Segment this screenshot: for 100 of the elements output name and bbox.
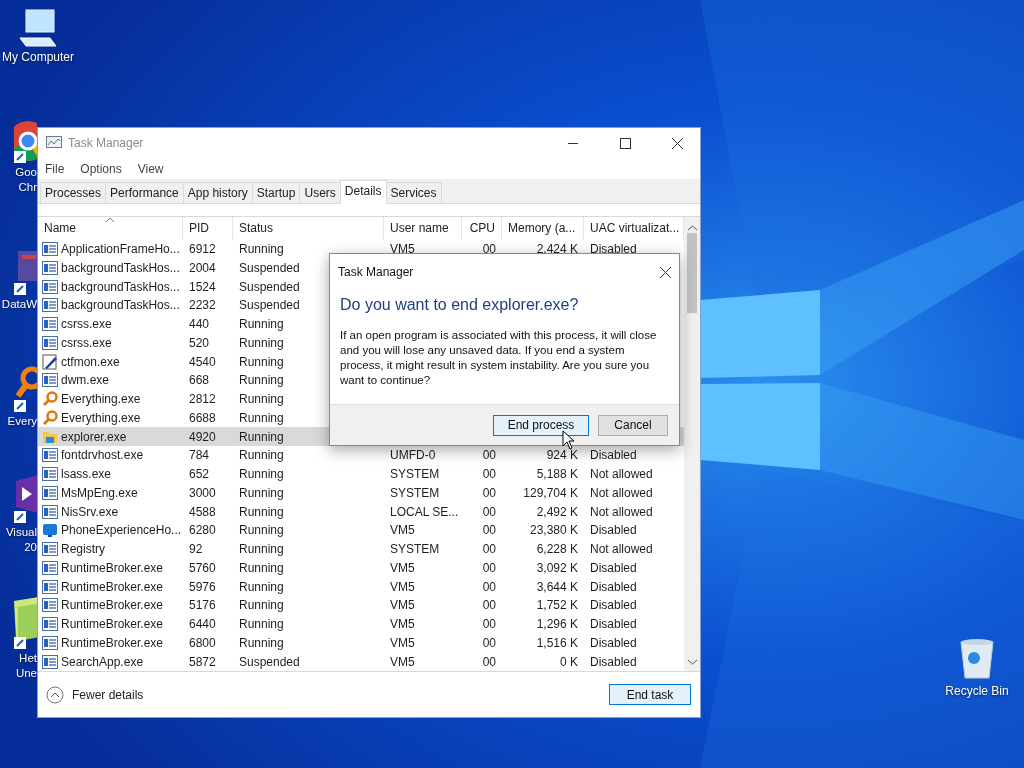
table-cell: Running [239, 542, 284, 557]
window-icon [42, 654, 58, 669]
table-cell: Running [239, 579, 284, 594]
close-icon[interactable] [660, 266, 671, 278]
window-icon [42, 485, 58, 500]
scroll-thumb[interactable] [687, 233, 697, 313]
table-cell: Running [239, 635, 284, 650]
table-cell: VM5 [390, 523, 415, 538]
close-icon[interactable] [671, 137, 683, 149]
icon-label: Visual [5, 525, 37, 540]
window-icon [42, 242, 58, 257]
table-cell: ctfmon.exe [61, 354, 120, 369]
table-cell: 2232 [189, 298, 216, 313]
table-cell: Not allowed [590, 542, 653, 557]
table-cell: 784 [189, 448, 210, 463]
column-header[interactable]: Status [233, 217, 384, 240]
table-cell: Disabled [590, 635, 637, 650]
tab[interactable]: Startup [251, 182, 301, 203]
table-cell: Disabled [590, 654, 637, 669]
menu-item[interactable]: View [137, 161, 164, 176]
table-cell: 00 [482, 635, 496, 650]
table-cell: 5976 [189, 579, 216, 594]
table-cell: VM5 [390, 654, 415, 669]
chevron-up-circle-icon [46, 685, 64, 704]
table-cell: 2,424 K [536, 242, 578, 257]
table-cell: Disabled [590, 598, 637, 613]
magnifier-icon [42, 409, 58, 426]
table-cell: Suspended [239, 279, 300, 294]
table-cell: Everything.exe [61, 410, 141, 425]
column-header[interactable]: CPU [462, 217, 502, 240]
scroll-down-icon[interactable] [687, 659, 697, 665]
window-icon [42, 542, 58, 557]
icon-label: Every [7, 414, 37, 429]
table-cell: Running [239, 448, 284, 463]
dialog-heading: Do you want to end explorer.exe? [339, 295, 580, 314]
window-icon [42, 298, 58, 313]
table-cell: 00 [482, 467, 496, 482]
table-cell: Everything.exe [61, 392, 141, 407]
table-cell: RuntimeBroker.exe [61, 617, 164, 632]
menu-item[interactable]: Options [80, 161, 122, 176]
table-cell: RuntimeBroker.exe [61, 635, 164, 650]
column-header[interactable]: User name [384, 217, 462, 240]
minimize-icon[interactable] [568, 142, 578, 144]
table-cell: VM5 [390, 617, 415, 632]
window-icon [42, 448, 58, 463]
table-cell: 6688 [189, 410, 216, 425]
table-cell: explorer.exe [61, 429, 127, 444]
table-cell: 3,092 K [536, 560, 578, 575]
recycle-bin-icon [957, 638, 997, 680]
table-cell: RuntimeBroker.exe [61, 598, 164, 613]
table-cell: VM5 [390, 242, 415, 257]
table-cell: backgroundTaskHos... [61, 260, 180, 275]
icon-label: DataW [1, 297, 37, 312]
window-icon [42, 373, 58, 388]
table-cell: VM5 [390, 560, 415, 575]
fewer-details-button[interactable]: Fewer details [46, 685, 144, 704]
maximize-icon[interactable] [619, 137, 631, 149]
window-icon [42, 617, 58, 632]
tab[interactable]: Details [339, 180, 387, 204]
table-cell: 1,296 K [536, 617, 578, 632]
window-icon [42, 260, 58, 275]
table-cell: UMFD-0 [390, 448, 436, 463]
column-header[interactable]: PID [183, 217, 233, 240]
table-cell: 00 [482, 448, 496, 463]
table-cell: Suspended [239, 298, 300, 313]
table-cell: Running [239, 523, 284, 538]
tab[interactable]: Services [385, 182, 442, 203]
icon-label: Une [15, 666, 37, 681]
table-cell: 5,188 K [536, 467, 578, 482]
dialog-title: Task Manager [338, 265, 414, 279]
table-cell: 1,752 K [536, 598, 578, 613]
tab[interactable]: App history [182, 182, 253, 203]
column-header[interactable]: Name [38, 217, 183, 240]
table-cell: 92 [189, 542, 203, 557]
end-task-button[interactable]: End task [609, 684, 691, 705]
scroll-up-icon[interactable] [687, 225, 697, 231]
table-cell: Running [239, 410, 284, 425]
table-cell: SYSTEM [390, 485, 440, 500]
icon-label: Chr [18, 180, 37, 195]
table-cell: 3,644 K [536, 579, 578, 594]
icon-label: Goo [15, 165, 37, 180]
table-cell: VM5 [390, 635, 415, 650]
table-cell: 1524 [189, 279, 216, 294]
table-cell: SYSTEM [390, 542, 440, 557]
column-header[interactable]: Memory (a... [502, 217, 584, 240]
end-process-button[interactable]: End process [493, 414, 589, 436]
table-cell: Not allowed [590, 504, 653, 519]
table-cell: Disabled [590, 579, 637, 594]
table-cell: Running [239, 617, 284, 632]
table-cell: RuntimeBroker.exe [61, 579, 164, 594]
table-cell: VM5 [390, 598, 415, 613]
monitor-icon [42, 522, 58, 539]
table-cell: Running [239, 392, 284, 407]
cancel-button[interactable]: Cancel [598, 414, 668, 436]
window-icon [42, 467, 58, 482]
table-cell: Running [239, 373, 284, 388]
tab[interactable]: Processes [40, 182, 107, 203]
menu-item[interactable]: File [45, 161, 65, 176]
table-cell: 4588 [189, 504, 216, 519]
table-cell: Running [239, 504, 284, 519]
